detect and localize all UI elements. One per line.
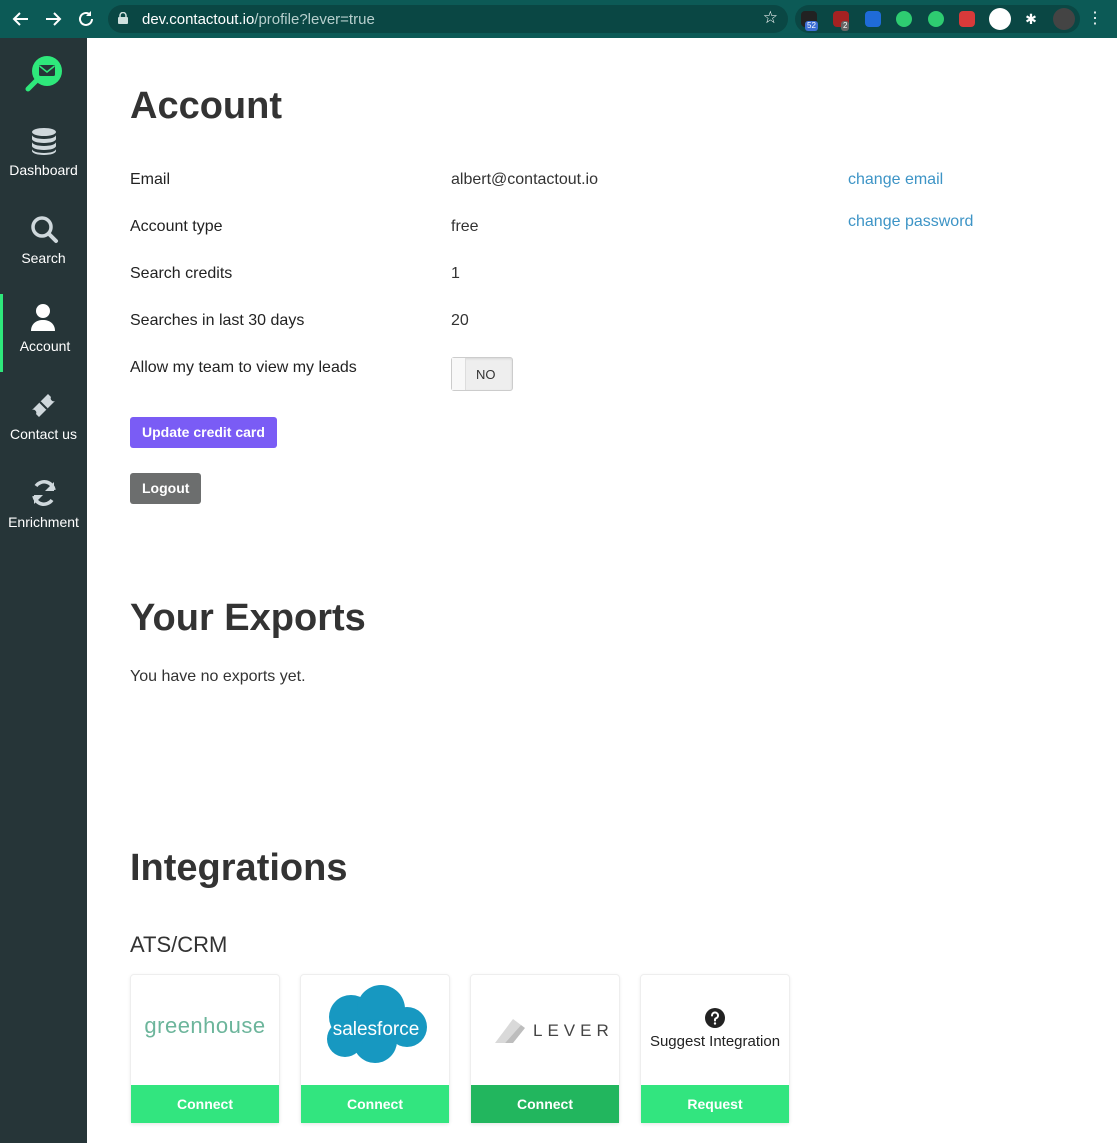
sidebar-item-account[interactable]: Account <box>0 294 87 372</box>
bitwarden-icon[interactable] <box>865 11 881 27</box>
address-bar[interactable]: dev.contactout.io/profile?lever=true ☆ <box>108 5 788 33</box>
lock-icon <box>118 12 128 24</box>
greenhouse-connect-button[interactable]: Connect <box>131 1085 279 1123</box>
team-view-leads-toggle[interactable]: NO <box>451 357 513 391</box>
sidebar-item-label: Contact us <box>10 426 77 442</box>
refresh-icon <box>31 480 56 506</box>
integration-card-suggest: Suggest Integration Request <box>640 974 790 1124</box>
extension-badge: 2 <box>841 21 850 31</box>
ats-crm-subheading: ATS/CRM <box>130 932 228 957</box>
reload-icon[interactable] <box>75 8 97 30</box>
forward-arrow-icon[interactable] <box>42 8 64 30</box>
url-text: dev.contactout.io/profile?lever=true <box>142 11 375 28</box>
salesforce-connect-button[interactable]: Connect <box>301 1085 449 1123</box>
update-credit-card-button[interactable]: Update credit card <box>130 417 277 448</box>
integration-card-greenhouse: greenhouse Connect <box>130 974 280 1124</box>
back-arrow-icon[interactable] <box>10 8 32 30</box>
extension-badge: 52 <box>805 21 818 31</box>
account-type-label: Account type <box>130 218 223 235</box>
suggest-integration-text: Suggest Integration <box>649 1033 781 1050</box>
integrations-heading: Integrations <box>130 847 348 889</box>
sidebar-item-dashboard[interactable]: Dashboard <box>0 126 87 204</box>
toggle-knob <box>452 358 466 390</box>
salesforce-logo-text: salesforce <box>333 1019 420 1040</box>
ticket-icon <box>31 394 55 417</box>
question-circle-icon <box>705 1008 725 1028</box>
toggle-state: NO <box>476 367 496 382</box>
account-heading: Account <box>130 85 282 127</box>
sidebar-item-contact-us[interactable]: Contact us <box>0 390 87 468</box>
sidebar-item-search[interactable]: Search <box>0 214 87 292</box>
chat-extension-icon[interactable] <box>928 11 944 27</box>
email-label: Email <box>130 171 171 188</box>
salesforce-cloud-icon: salesforce <box>327 985 427 1063</box>
lever-connect-button[interactable]: Connect <box>471 1085 619 1123</box>
contactout-logo[interactable] <box>24 54 64 94</box>
change-password-link[interactable]: change password <box>848 213 973 231</box>
sidebar-item-label: Dashboard <box>9 162 78 178</box>
sidebar-item-label: Account <box>19 338 71 354</box>
extension-icon[interactable] <box>959 11 975 27</box>
sidebar-item-enrichment[interactable]: Enrichment <box>0 478 87 556</box>
exports-empty-text: You have no exports yet. <box>130 668 306 685</box>
sidebar-item-label: Search <box>21 250 66 266</box>
kebab-menu-icon[interactable]: ⋮ <box>1087 9 1103 29</box>
searches-30-days-value: 20 <box>451 312 469 329</box>
pen-extension-icon[interactable] <box>989 8 1011 30</box>
salesforce-logo: salesforce <box>301 975 449 1085</box>
email-value: albert@contactout.io <box>451 171 598 188</box>
chat-extension-icon[interactable] <box>896 11 912 27</box>
change-email-link[interactable]: change email <box>848 171 943 189</box>
user-icon <box>31 304 55 331</box>
integration-card-lever: LEVER Connect <box>470 974 620 1124</box>
search-icon <box>30 216 58 243</box>
browser-toolbar: dev.contactout.io/profile?lever=true ☆ 5… <box>0 0 1117 38</box>
lever-mark-icon <box>495 1019 525 1043</box>
lever-logo-text: LEVER <box>533 1021 614 1040</box>
greenhouse-logo: greenhouse <box>131 975 279 1085</box>
suggest-area: Suggest Integration <box>641 975 789 1085</box>
lever-logo: LEVER <box>471 975 619 1085</box>
extensions-tray: 52 2 ✱ <box>795 5 1080 33</box>
database-icon <box>31 128 56 155</box>
puzzle-icon[interactable]: ✱ <box>1023 11 1039 27</box>
sidebar-item-label: Enrichment <box>8 514 79 530</box>
avatar[interactable] <box>1053 8 1075 30</box>
bookmark-star-icon[interactable]: ☆ <box>763 8 778 28</box>
greenhouse-logo-text: greenhouse <box>144 1013 266 1038</box>
logout-button[interactable]: Logout <box>130 473 202 504</box>
exports-heading: Your Exports <box>130 597 366 639</box>
account-type-value: free <box>451 218 479 235</box>
team-view-leads-label: Allow my team to view my leads <box>130 359 357 376</box>
request-integration-button[interactable]: Request <box>641 1085 789 1123</box>
main-content: Account Email albert@contactout.io chang… <box>87 38 1117 1143</box>
searches-30-days-label: Searches in last 30 days <box>130 312 305 329</box>
sidebar: Dashboard Search Account Contact us Enri… <box>0 38 87 1143</box>
search-credits-label: Search credits <box>130 265 233 282</box>
search-credits-value: 1 <box>451 265 460 282</box>
integration-card-salesforce: salesforce Connect <box>300 974 450 1124</box>
